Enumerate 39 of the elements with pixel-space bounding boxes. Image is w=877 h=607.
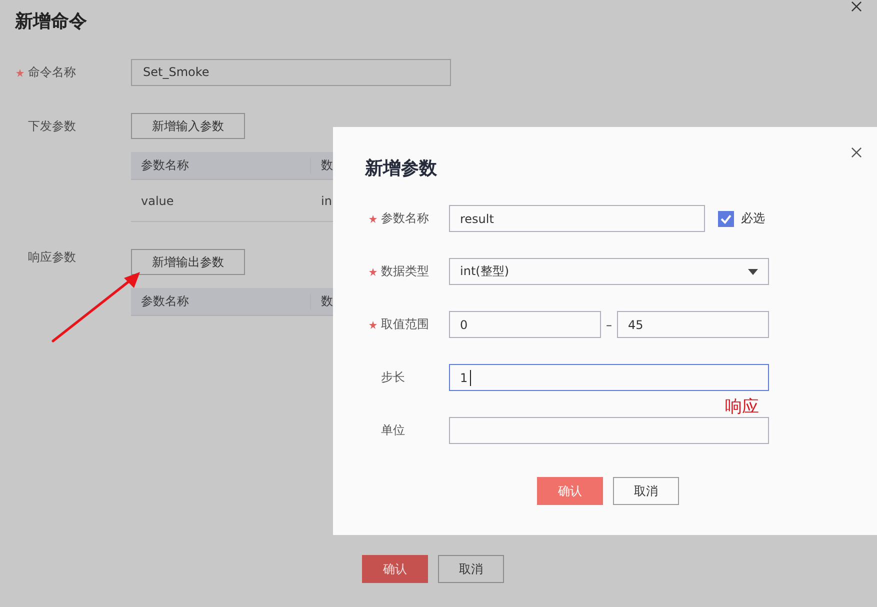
required-asterisk-icon: [368, 266, 378, 276]
field-label: 参数名称: [381, 210, 429, 227]
table-cell-text: value: [140, 194, 175, 208]
command-name-field[interactable]: Set_Smoke: [131, 59, 451, 86]
field-label: 单位: [381, 422, 405, 439]
add-parameter-button[interactable]: 新增输入参数: [131, 113, 245, 139]
dialog-button[interactable]: 确认: [362, 555, 428, 583]
column-header: 参数名称: [131, 157, 311, 174]
input-field[interactable]: 1: [449, 364, 769, 391]
annotation-text: 响应: [725, 396, 759, 418]
section-label: 下发参数: [28, 118, 76, 134]
field-label: 步长: [381, 369, 405, 386]
section-label: 响应参数: [28, 248, 76, 266]
dialog-button[interactable]: 取消: [438, 555, 504, 583]
select-field[interactable]: int(整型): [449, 258, 769, 285]
modal-button[interactable]: 取消: [613, 477, 679, 505]
table-cell-text: in: [320, 194, 332, 208]
column-header: 数: [320, 157, 333, 174]
modal-title: 新增参数: [365, 157, 438, 181]
input-field[interactable]: 45: [617, 311, 769, 338]
column-header: 数: [320, 293, 333, 310]
field-label: 数据类型: [381, 263, 429, 280]
field-label: 取值范围: [381, 316, 429, 333]
input-field[interactable]: result: [449, 205, 705, 232]
add-parameter-button[interactable]: 新增输出参数: [131, 249, 245, 275]
column-header: 参数名称: [131, 293, 311, 310]
close-icon[interactable]: [851, 147, 862, 158]
checkbox-label: 必选: [741, 210, 765, 227]
dialog-title: 新增命令: [15, 11, 88, 33]
field-label: 命令名称: [28, 64, 76, 81]
dropdown-caret-icon: [748, 268, 758, 274]
input-field[interactable]: 0: [449, 311, 601, 338]
input-field[interactable]: [449, 417, 769, 444]
close-icon[interactable]: [851, 1, 862, 12]
required-asterisk-icon: [368, 320, 378, 330]
range-separator: –: [605, 318, 613, 332]
checkbox[interactable]: [718, 210, 734, 226]
required-asterisk-icon: [368, 214, 378, 224]
required-asterisk-icon: [15, 68, 25, 78]
